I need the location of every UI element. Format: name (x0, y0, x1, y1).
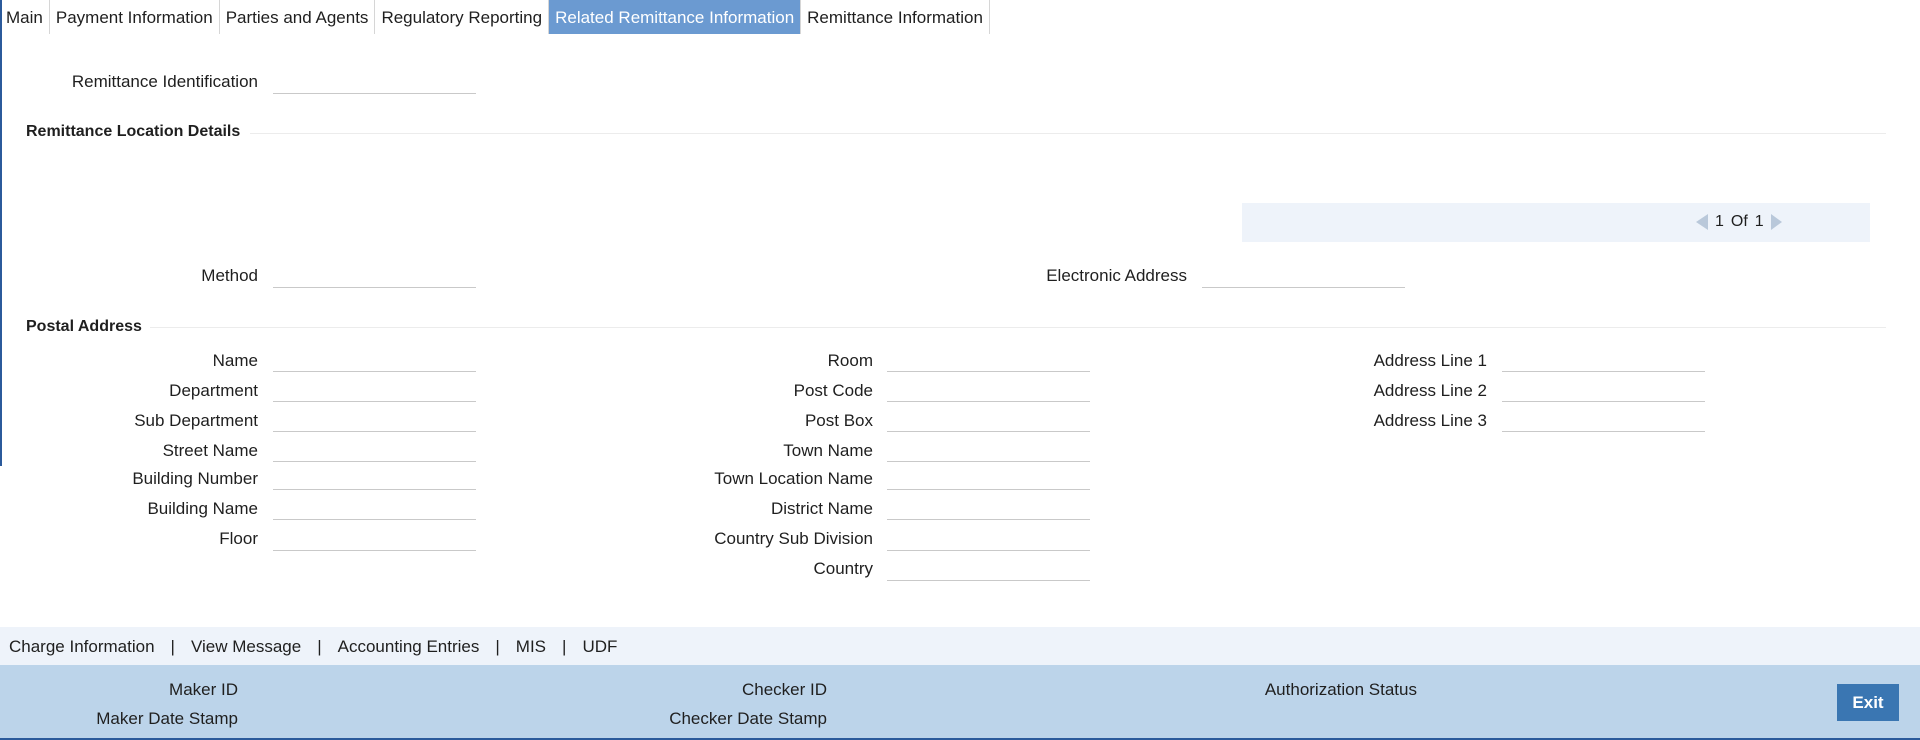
charge-information-link[interactable]: Charge Information (9, 637, 155, 657)
link-separator: | (170, 637, 175, 656)
pager-bar: 1 Of 1 (1242, 203, 1870, 242)
sub-department-label: Sub Department (134, 411, 258, 430)
view-message-link[interactable]: View Message (191, 637, 301, 657)
town-name-field[interactable] (887, 461, 1090, 462)
sub-department-field[interactable] (273, 431, 476, 432)
section-divider (150, 327, 1886, 328)
district-name-label: District Name (770, 499, 873, 518)
link-separator: | (562, 637, 567, 656)
room-label: Room (827, 351, 873, 370)
country-sub-division-label: Country Sub Division (714, 529, 873, 548)
post-code-field[interactable] (887, 401, 1090, 402)
authorization-status-label: Authorization Status (1264, 680, 1417, 699)
next-page-icon[interactable] (1770, 214, 1782, 230)
street-name-field[interactable] (273, 461, 476, 462)
post-code-label: Post Code (793, 381, 873, 400)
name-label: Name (212, 351, 258, 370)
floor-field[interactable] (273, 550, 476, 551)
room-field[interactable] (887, 371, 1090, 372)
post-box-field[interactable] (887, 431, 1090, 432)
department-label: Department (169, 381, 258, 400)
audit-footer (0, 665, 1920, 740)
country-field[interactable] (887, 580, 1090, 581)
tab-bar: Main Payment Information Parties and Age… (0, 0, 990, 34)
mis-link[interactable]: MIS (516, 637, 546, 657)
pager: 1 Of 1 (1696, 213, 1782, 231)
country-sub-division-field[interactable] (887, 550, 1090, 551)
tab-regulatory-reporting[interactable]: Regulatory Reporting (375, 0, 550, 34)
address-line-1-field[interactable] (1502, 371, 1705, 372)
building-number-field[interactable] (273, 489, 476, 490)
action-link-bar: Charge Information | View Message | Acco… (0, 627, 1920, 665)
town-location-name-label: Town Location Name (714, 469, 873, 488)
department-field[interactable] (273, 401, 476, 402)
tab-payment-information[interactable]: Payment Information (50, 0, 220, 34)
address-line-2-field[interactable] (1502, 401, 1705, 402)
tab-remittance-information[interactable]: Remittance Information (801, 0, 990, 34)
maker-id-label: Maker ID (169, 680, 238, 699)
electronic-address-field[interactable] (1202, 287, 1405, 288)
accounting-entries-link[interactable]: Accounting Entries (338, 637, 480, 657)
town-name-label: Town Name (783, 441, 873, 460)
pager-of-label: Of (1730, 213, 1748, 230)
window-left-border (0, 0, 2, 466)
previous-page-icon[interactable] (1696, 214, 1708, 230)
section-divider (250, 133, 1886, 134)
address-line-3-label: Address Line 3 (1373, 411, 1487, 430)
building-name-field[interactable] (273, 519, 476, 520)
electronic-address-label: Electronic Address (1046, 266, 1187, 285)
address-line-2-label: Address Line 2 (1373, 381, 1487, 400)
street-name-label: Street Name (162, 441, 258, 460)
building-number-label: Building Number (132, 469, 258, 488)
name-field[interactable] (273, 371, 476, 372)
address-line-3-field[interactable] (1502, 431, 1705, 432)
remittance-identification-field[interactable] (273, 93, 476, 94)
method-label: Method (201, 266, 258, 285)
method-field[interactable] (273, 287, 476, 288)
exit-button[interactable]: Exit (1837, 684, 1899, 721)
remittance-identification-label: Remittance Identification (71, 72, 258, 91)
link-separator: | (495, 637, 500, 656)
pager-total: 1 (1754, 213, 1764, 230)
checker-id-label: Checker ID (741, 680, 827, 699)
link-separator: | (317, 637, 322, 656)
udf-link[interactable]: UDF (582, 637, 617, 657)
building-name-label: Building Name (147, 499, 258, 518)
postal-address-title: Postal Address (26, 318, 142, 335)
tab-parties-and-agents[interactable]: Parties and Agents (220, 0, 376, 34)
address-line-1-label: Address Line 1 (1373, 351, 1487, 370)
district-name-field[interactable] (887, 519, 1090, 520)
tab-main[interactable]: Main (0, 0, 50, 34)
country-label: Country (813, 559, 873, 578)
pager-current: 1 (1715, 213, 1724, 230)
maker-date-stamp-label: Maker Date Stamp (96, 709, 238, 728)
town-location-name-field[interactable] (887, 489, 1090, 490)
checker-date-stamp-label: Checker Date Stamp (669, 709, 827, 728)
post-box-label: Post Box (804, 411, 873, 430)
tab-related-remittance-information[interactable]: Related Remittance Information (549, 0, 802, 34)
floor-label: Floor (219, 529, 258, 548)
remittance-location-details-title: Remittance Location Details (26, 123, 241, 140)
